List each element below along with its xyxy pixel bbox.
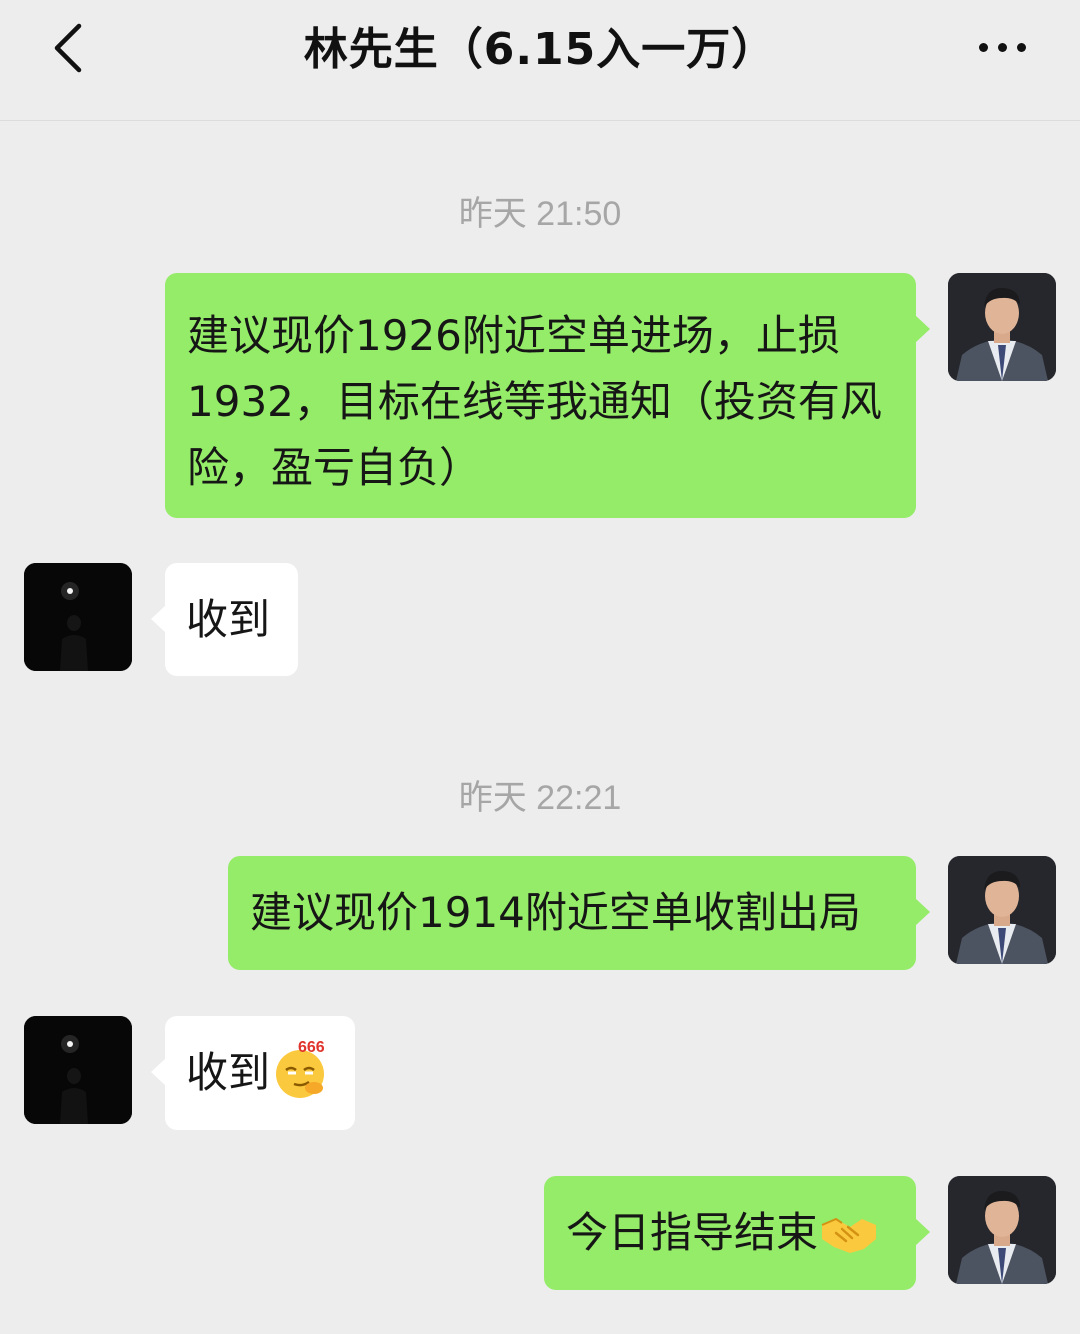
- my-message-bubble[interactable]: 建议现价1926附近空单进场，止损1932，目标在线等我通知（投资有风险，盈亏自…: [165, 273, 930, 518]
- my-avatar[interactable]: [948, 273, 1056, 381]
- peer-message-bubble[interactable]: 收到: [151, 563, 298, 676]
- chevron-left-icon: [54, 23, 82, 73]
- 666-badge: 666: [298, 1039, 325, 1056]
- message-text: 收到: [186, 595, 271, 644]
- handshake-emoji: [820, 1217, 878, 1255]
- my-avatar[interactable]: [948, 856, 1056, 964]
- avatar-dark-silhouette-icon: [24, 563, 132, 671]
- 666-smirk-emoji: 666: [272, 1039, 334, 1100]
- message-text: 收到: [186, 1048, 271, 1097]
- chat-screen: 林先生（6.15入一万） 昨天 21:50 建议现价1926附近空单进场，止损1…: [0, 0, 1080, 1334]
- chat-header: 林先生（6.15入一万）: [0, 0, 1080, 121]
- more-dots-icon: [997, 42, 1007, 52]
- more-dots-icon: [978, 42, 988, 52]
- message-text: 建议现价1914附近空单收割出局: [250, 888, 861, 937]
- avatar-man-in-suit-icon: [948, 1176, 1056, 1284]
- my-avatar[interactable]: [948, 1176, 1056, 1284]
- avatar-dark-silhouette-icon: [24, 1016, 132, 1124]
- my-message-bubble[interactable]: 建议现价1914附近空单收割出局: [228, 856, 930, 970]
- message-timestamp: 昨天 22:21: [458, 779, 622, 817]
- avatar-man-in-suit-icon: [948, 273, 1056, 381]
- more-dots-icon: [1016, 42, 1026, 52]
- avatar-man-in-suit-icon: [948, 856, 1056, 964]
- my-message-bubble[interactable]: 今日指导结束: [544, 1176, 930, 1290]
- peer-message-bubble[interactable]: 收到 666: [151, 1016, 355, 1130]
- peer-avatar[interactable]: [24, 1016, 132, 1124]
- more-button[interactable]: [966, 22, 1038, 72]
- message-text: 今日指导结束: [566, 1208, 819, 1257]
- peer-avatar[interactable]: [24, 563, 132, 671]
- back-button[interactable]: [38, 18, 98, 78]
- message-text: 建议现价1926附近空单进场，止损1932，目标在线等我通知（投资有风险，盈亏自…: [187, 311, 882, 492]
- chat-title: 林先生（6.15入一万）: [303, 24, 777, 75]
- message-timestamp: 昨天 21:50: [458, 195, 622, 233]
